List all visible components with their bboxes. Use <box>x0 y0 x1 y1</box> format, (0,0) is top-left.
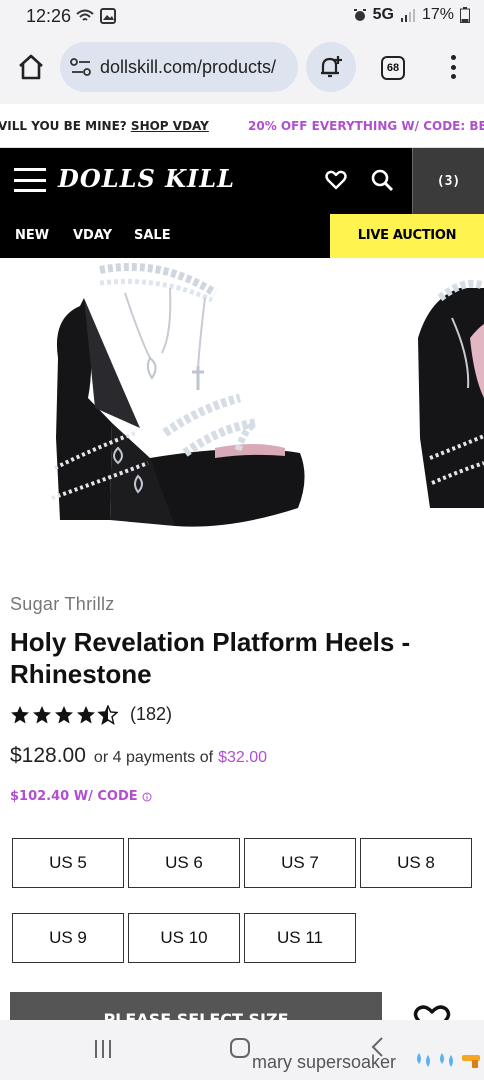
network-label: 5G <box>372 6 394 23</box>
search-icon[interactable] <box>370 168 394 192</box>
size-option-us5[interactable]: US 5 <box>12 838 124 888</box>
water-pistol-icon <box>462 1055 480 1068</box>
site-header: DOLLS KILL (3) <box>0 148 484 214</box>
gallery-icon <box>100 8 116 24</box>
recent-apps-icon[interactable] <box>95 1040 111 1058</box>
size-option-us7[interactable]: US 7 <box>244 838 356 888</box>
installment-amount[interactable]: $32.00 <box>218 749 267 767</box>
product-brand[interactable]: Sugar Thrillz <box>10 594 115 615</box>
site-logo[interactable]: DOLLS KILL <box>58 164 235 193</box>
battery-icon <box>460 7 470 23</box>
code-price: $102.40 W/ CODE <box>10 789 152 804</box>
code-price-text: $102.40 W/ CODE <box>10 789 138 804</box>
address-bar[interactable]: dollskill.com/products/ <box>60 42 298 92</box>
url-text[interactable]: dollskill.com/products/ <box>100 57 290 78</box>
wishlist-heart-icon[interactable] <box>324 168 348 192</box>
size-option-us8[interactable]: US 8 <box>360 838 472 888</box>
price-row: $128.00 or 4 payments of $32.00 <box>10 744 267 768</box>
product-image-carousel[interactable] <box>0 258 484 568</box>
size-option-us6[interactable]: US 6 <box>128 838 240 888</box>
hamburger-menu-icon[interactable] <box>14 168 46 192</box>
battery-percent: 17% <box>421 6 454 23</box>
promo-banner: VILL YOU BE MINE? SHOP VDAY 20% OFF EVER… <box>0 104 484 148</box>
product-price: $128.00 <box>10 744 86 767</box>
status-left-icons <box>76 8 116 24</box>
water-droplets-emoji <box>414 1051 482 1069</box>
add-notification-button[interactable] <box>306 42 356 92</box>
promo-right-text: 20% OFF EVERYTHING W/ CODE: BEMI <box>248 119 484 133</box>
size-option-us9[interactable]: US 9 <box>12 913 124 963</box>
category-nav: NEW VDAY SALE LIVE AUCTION <box>0 214 484 258</box>
rating-stars-icon <box>11 704 118 725</box>
browser-menu-icon[interactable] <box>446 52 460 82</box>
promo-left: VILL YOU BE MINE? SHOP VDAY <box>0 104 209 147</box>
rating-count[interactable]: (182) <box>130 704 172 725</box>
system-navigation-bar <box>0 1020 484 1080</box>
nav-new[interactable]: NEW <box>15 214 49 258</box>
product-image-main[interactable] <box>0 258 484 568</box>
promo-left-text: VILL YOU BE MINE? <box>0 119 131 133</box>
bell-plus-icon <box>321 56 342 78</box>
info-icon[interactable] <box>142 792 152 802</box>
status-right: 5G 17% <box>353 6 470 24</box>
cart-button[interactable]: (3) <box>412 148 484 214</box>
alarm-icon <box>353 9 366 21</box>
installments-text: or 4 payments of <box>93 749 214 766</box>
sweat-droplets-icon-2 <box>440 1053 453 1067</box>
sweat-droplets-icon <box>417 1053 430 1067</box>
home-button-icon[interactable] <box>230 1038 250 1058</box>
size-option-us10[interactable]: US 10 <box>128 913 240 963</box>
home-icon[interactable] <box>16 52 46 82</box>
status-time: 12:26 <box>26 6 72 26</box>
nav-sale[interactable]: SALE <box>134 214 171 258</box>
shop-vday-link[interactable]: SHOP VDAY <box>131 119 209 133</box>
product-title: Holy Revelation Platform Heels - Rhinest… <box>10 627 411 689</box>
status-bar: 12:26 5G 17% <box>0 0 484 32</box>
product-rating[interactable]: (182) <box>10 704 172 725</box>
signal-icon <box>400 9 415 22</box>
tab-switcher-button[interactable]: 68 <box>381 56 405 80</box>
wifi-icon <box>76 9 94 21</box>
live-auction-button[interactable]: LIVE AUCTION <box>330 214 484 258</box>
nav-vday[interactable]: VDAY <box>73 214 112 258</box>
platform-heel-shoe-image <box>51 262 305 527</box>
site-settings-icon[interactable] <box>70 58 92 76</box>
next-product-image-peek <box>418 279 484 508</box>
size-option-us11[interactable]: US 11 <box>244 913 356 963</box>
browser-toolbar: dollskill.com/products/ 68 <box>0 32 484 104</box>
watermark-text: mary supersoaker <box>252 1052 397 1072</box>
